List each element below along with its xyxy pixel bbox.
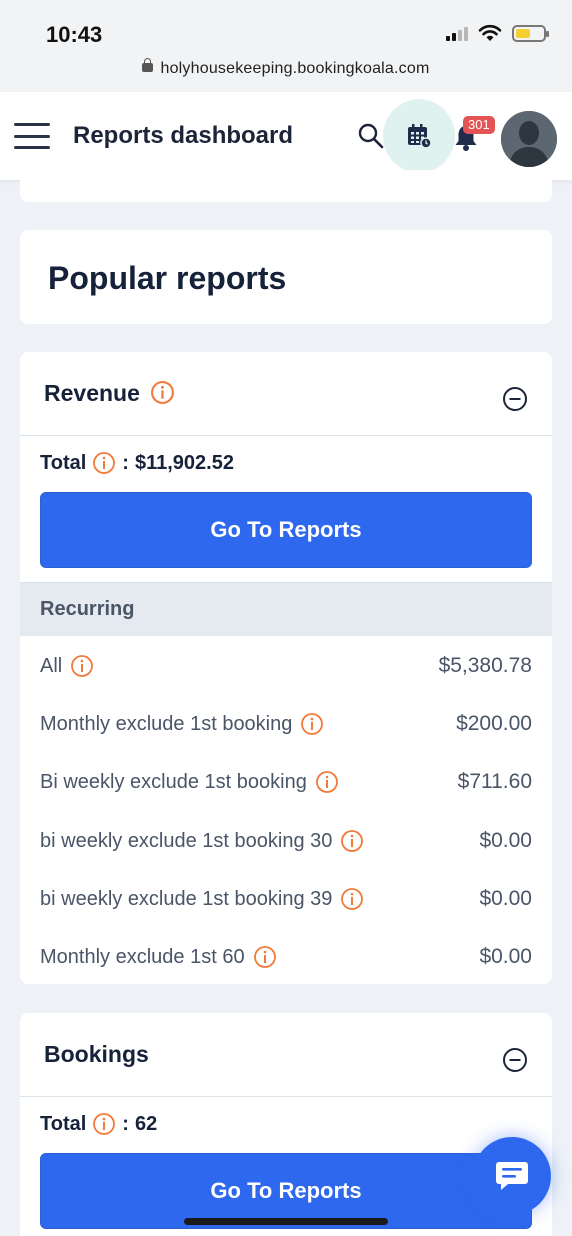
status-bar: 10:43 holyhousekeeping.bookingkoala.com [0,0,572,92]
revenue-title: Revenue [44,380,175,407]
search-icon[interactable] [357,122,385,150]
notification-badge: 301 [463,116,495,134]
avatar[interactable] [501,111,557,167]
row-label: bi weekly exclude 1st booking 30 [40,829,333,852]
row-value: $0.00 [479,829,532,852]
row-label: All [40,654,63,677]
chat-icon [496,1162,528,1190]
info-icon[interactable] [253,945,277,969]
total-value: 62 [134,1112,158,1135]
row-value: $0.00 [479,945,532,968]
signal-icon [446,25,468,41]
list-item: bi weekly exclude 1st booking 30 $0.00 [40,812,532,870]
bookings-title: Bookings [44,1041,149,1067]
row-value: $200.00 [456,712,532,735]
bookings-header[interactable]: Bookings [20,1013,552,1097]
user-icon [501,111,557,167]
list-item: All $5,380.78 [40,637,532,695]
calendar-icon [408,124,432,149]
calendar-button[interactable] [383,99,455,173]
total-separator: : [122,1112,129,1135]
lock-icon [142,58,154,72]
row-label: Monthly exclude 1st 60 [40,945,245,968]
status-time: 10:43 [46,22,103,47]
list-item: Monthly exclude 1st booking $200.00 [40,695,532,753]
previous-card-bottom [20,170,552,202]
url-text: holyhousekeeping.bookingkoala.com [160,60,430,77]
row-value: $711.60 [457,770,532,793]
recurring-subheader: Recurring [20,582,552,636]
collapse-icon[interactable] [502,386,528,412]
bookings-card: Bookings Total : 62 Go To Reports [20,1013,552,1236]
list-item: Bi weekly exclude 1st booking $711.60 [40,753,532,811]
collapse-icon[interactable] [502,1047,528,1073]
total-separator: : [122,451,129,474]
total-label: Total [40,451,87,474]
revenue-total: Total : $11,902.52 [40,451,234,475]
row-value: $0.00 [479,887,532,910]
battery-icon [512,24,549,42]
app-header: Reports dashboard 301 [0,92,572,180]
home-indicator [184,1218,388,1225]
revenue-header[interactable]: Revenue [20,352,552,436]
info-icon[interactable] [150,380,175,405]
subheader-label: Recurring [40,598,135,620]
list-item: Monthly exclude 1st 60 $0.00 [40,928,532,986]
revenue-card: Revenue Total : $11,902.52 Go To Reports… [20,352,552,984]
popular-reports-card: Popular reports [20,230,552,324]
wifi-icon [478,24,502,41]
info-icon[interactable] [70,654,94,678]
total-value: $11,902.52 [134,451,234,474]
menu-icon[interactable] [14,123,50,149]
section-heading: Popular reports [48,260,287,296]
total-label: Total [40,1112,87,1135]
info-icon[interactable] [315,770,339,794]
row-label: Bi weekly exclude 1st booking [40,770,307,793]
row-label: Monthly exclude 1st booking [40,712,293,735]
row-value: $5,380.78 [438,654,532,677]
page-title: Reports dashboard [73,122,294,149]
go-to-reports-button[interactable]: Go To Reports [40,492,532,568]
chat-button[interactable] [473,1137,551,1215]
info-icon[interactable] [300,712,324,736]
info-icon[interactable] [92,451,116,475]
info-icon[interactable] [92,1112,116,1136]
info-icon[interactable] [340,887,364,911]
row-label: bi weekly exclude 1st booking 39 [40,887,333,910]
info-icon[interactable] [340,829,364,853]
url-bar[interactable]: holyhousekeeping.bookingkoala.com [0,58,572,78]
status-icons [446,24,549,42]
list-item: bi weekly exclude 1st booking 39 $0.00 [40,870,532,928]
bookings-total: Total : 62 [40,1112,157,1136]
